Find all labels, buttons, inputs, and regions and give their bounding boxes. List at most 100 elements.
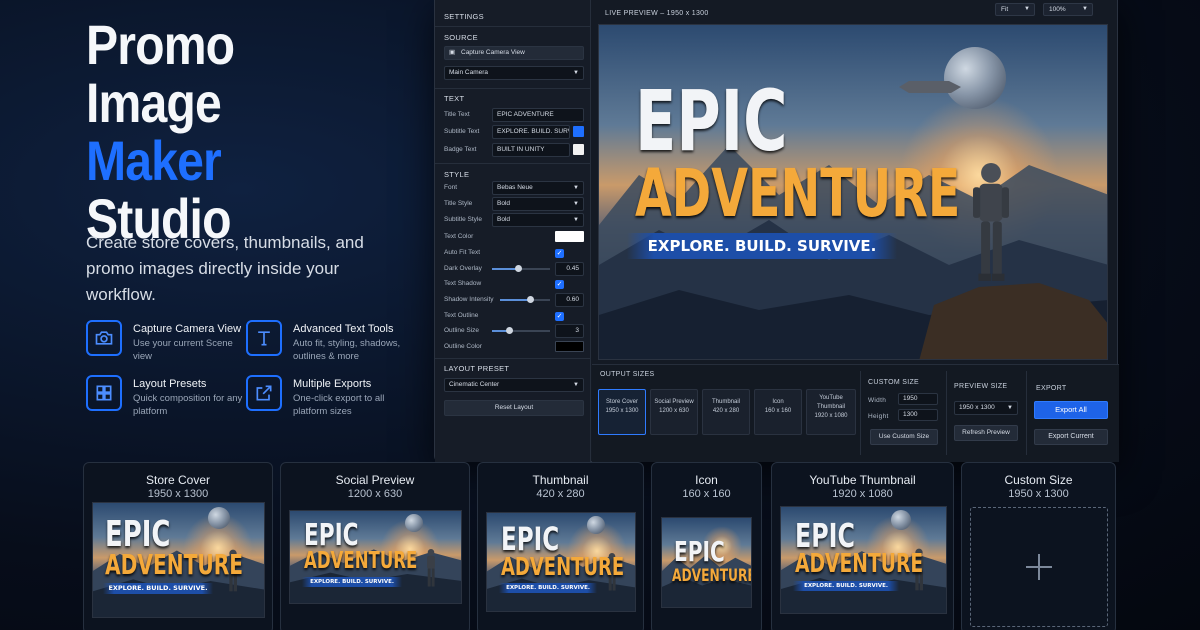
thumb-image: EPIC ADVENTURE EXPLORE. BUILD. SURVIVE. xyxy=(92,502,265,618)
camera-icon: ▣ xyxy=(449,49,456,56)
fit-select[interactable]: Fit ▼ xyxy=(995,3,1035,16)
thumb-image: EPIC ADVENTURE EXPLORE. BUILD. SURVIVE. xyxy=(289,510,462,604)
outline-size-slider[interactable] xyxy=(492,327,550,334)
bottom-panel: OUTPUT SIZES Store Cover 1950 x 1300 Soc… xyxy=(592,364,1119,462)
hero-description: Create store covers, thumbnails, and pro… xyxy=(86,233,364,304)
reset-layout-button[interactable]: Reset Layout xyxy=(444,400,584,416)
plus-icon xyxy=(1026,554,1052,580)
size-card-thumbnail[interactable]: Thumbnail 420 x 280 xyxy=(702,389,750,435)
dark-overlay-slider[interactable] xyxy=(492,265,550,272)
thumb-custom-size[interactable]: Custom Size 1950 x 1300 xyxy=(961,462,1116,630)
auto-fit-checkbox[interactable]: ✓ xyxy=(555,249,564,258)
text-outline-checkbox[interactable]: ✓ xyxy=(555,312,564,321)
text-icon xyxy=(246,320,282,356)
export-all-button[interactable]: Export All xyxy=(1034,401,1108,419)
thumb-size: 1200 x 630 xyxy=(347,488,403,500)
dark-overlay-label: Dark Overlay xyxy=(444,265,482,272)
outline-size-value[interactable]: 3 xyxy=(555,324,584,338)
use-custom-size-button[interactable]: Use Custom Size xyxy=(870,429,938,445)
outline-color-label: Outline Color xyxy=(444,343,482,350)
size-card-social-preview[interactable]: Social Preview 1200 x 630 xyxy=(650,389,698,435)
thumb-youtube[interactable]: YouTube Thumbnail 1920 x 1080 EPIC ADVEN… xyxy=(771,462,954,630)
size-card-youtube-thumbnail[interactable]: YouTube Thumbnail 1920 x 1080 xyxy=(806,389,856,435)
shadow-intensity-value[interactable]: 0.60 xyxy=(555,293,584,307)
output-sizes-header: OUTPUT SIZES xyxy=(600,371,655,378)
slider-handle[interactable] xyxy=(515,265,523,272)
dark-overlay-value[interactable]: 0.45 xyxy=(555,262,584,276)
style-header: STYLE xyxy=(444,170,470,179)
hero-title-line1: Promo Image xyxy=(86,13,235,134)
width-input[interactable]: 1950 xyxy=(898,393,938,405)
thumb-size: 1920 x 1080 xyxy=(832,488,893,500)
astronaut-figure xyxy=(973,163,1009,281)
feature-desc: Use your current Scene view xyxy=(133,338,233,362)
text-shadow-label: Text Shadow xyxy=(444,280,482,287)
chevron-down-icon: ▼ xyxy=(1082,6,1088,12)
width-label: Width xyxy=(868,397,887,404)
camera-select[interactable]: Main Camera ▼ xyxy=(444,66,584,80)
badge-text-input[interactable]: BUILT IN UNITY xyxy=(492,143,570,157)
layout-preset-header: LAYOUT PRESET xyxy=(444,364,510,373)
preview-size-select[interactable]: 1950 x 1300 ▼ xyxy=(954,401,1018,415)
thumb-image: EPIC ADVENTURE EXPLORE. BUILD. SURVIVE. xyxy=(486,512,636,612)
subtitle-text-label: Subtitle Text xyxy=(444,128,480,135)
live-preview-header: LIVE PREVIEW – 1950 x 1300 xyxy=(605,10,709,17)
shadow-intensity-slider[interactable] xyxy=(500,296,550,303)
height-label: Height xyxy=(868,413,889,420)
feature-multiple-exports: Multiple Exports One-click export to all… xyxy=(246,375,416,429)
thumb-name: Custom Size xyxy=(1004,473,1073,487)
badge-color-swatch[interactable] xyxy=(573,144,584,155)
size-card-store-cover[interactable]: Store Cover 1950 x 1300 xyxy=(598,389,646,435)
text-outline-label: Text Outline xyxy=(444,312,479,319)
chevron-down-icon: ▼ xyxy=(1024,6,1030,12)
live-preview-canvas[interactable]: EPIC ADVENTURE EXPLORE. BUILD. SURVIVE. xyxy=(598,24,1108,360)
auto-fit-label: Auto Fit Text xyxy=(444,249,481,256)
title-text-label: Title Text xyxy=(444,111,470,118)
size-card-icon[interactable]: Icon 160 x 160 xyxy=(754,389,802,435)
app-window: SETTINGS SOURCE ▣ Capture Camera View Ma… xyxy=(434,0,1119,462)
feature-title: Layout Presets xyxy=(133,378,207,390)
outline-color-swatch[interactable] xyxy=(555,341,584,352)
subtitle-color-swatch[interactable] xyxy=(573,126,584,137)
thumb-size: 1950 x 1300 xyxy=(147,488,209,500)
preview-size-header: PREVIEW SIZE xyxy=(954,383,1008,390)
slider-handle[interactable] xyxy=(527,296,534,303)
title-text-input[interactable]: EPIC ADVENTURE xyxy=(492,108,584,122)
thumb-thumbnail[interactable]: Thumbnail 420 x 280 EPIC ADVENTURE EXPLO… xyxy=(477,462,644,630)
zoom-select[interactable]: 100% ▼ xyxy=(1043,3,1093,16)
slider-handle[interactable] xyxy=(506,327,514,334)
hero-title: Promo Image Maker Studio xyxy=(86,16,378,248)
export-current-button[interactable]: Export Current xyxy=(1034,429,1108,445)
thumb-name: Social Preview xyxy=(335,473,415,487)
thumb-social-preview[interactable]: Social Preview 1200 x 630 EPIC ADVENTURE… xyxy=(280,462,470,630)
text-header: TEXT xyxy=(444,94,465,103)
text-shadow-checkbox[interactable]: ✓ xyxy=(555,280,564,289)
feature-layout-presets: Layout Presets Quick composition for any… xyxy=(86,375,256,429)
chevron-down-icon: ▼ xyxy=(573,185,579,191)
export-icon xyxy=(246,375,282,411)
chevron-down-icon: ▼ xyxy=(1007,405,1013,411)
feature-capture: Capture Camera View Use your current Sce… xyxy=(86,320,256,374)
title-style-select[interactable]: Bold ▼ xyxy=(492,197,584,211)
thumb-store-cover[interactable]: Store Cover 1950 x 1300 EPIC ADVENTURE E… xyxy=(83,462,273,630)
subtitle-text-input[interactable]: EXPLORE. BUILD. SURVIVE. xyxy=(492,125,570,139)
thumb-size: 160 x 160 xyxy=(682,488,731,500)
chevron-down-icon: ▼ xyxy=(573,382,579,388)
thumb-icon[interactable]: Icon 160 x 160 EPIC ADVENTURE xyxy=(651,462,762,630)
capture-camera-button[interactable]: ▣ Capture Camera View xyxy=(444,46,584,60)
thumb-size: 420 x 280 xyxy=(536,488,585,500)
thumb-name: Thumbnail xyxy=(532,473,589,487)
source-header: SOURCE xyxy=(444,33,478,42)
art-title-line1: EPIC xyxy=(635,72,788,170)
thumb-name: Store Cover xyxy=(145,473,211,487)
chevron-down-icon: ▼ xyxy=(573,217,579,223)
font-select[interactable]: Bebas Neue ▼ xyxy=(492,181,584,195)
add-custom-size-dropzone[interactable] xyxy=(970,507,1108,627)
text-color-swatch[interactable] xyxy=(555,231,584,242)
layout-preset-select[interactable]: Cinematic Center ▼ xyxy=(444,378,584,392)
custom-size-header: CUSTOM SIZE xyxy=(868,379,920,386)
subtitle-style-select[interactable]: Bold ▼ xyxy=(492,213,584,227)
feature-title: Capture Camera View xyxy=(133,323,242,335)
refresh-preview-button[interactable]: Refresh Preview xyxy=(954,425,1018,441)
height-input[interactable]: 1300 xyxy=(898,409,938,421)
